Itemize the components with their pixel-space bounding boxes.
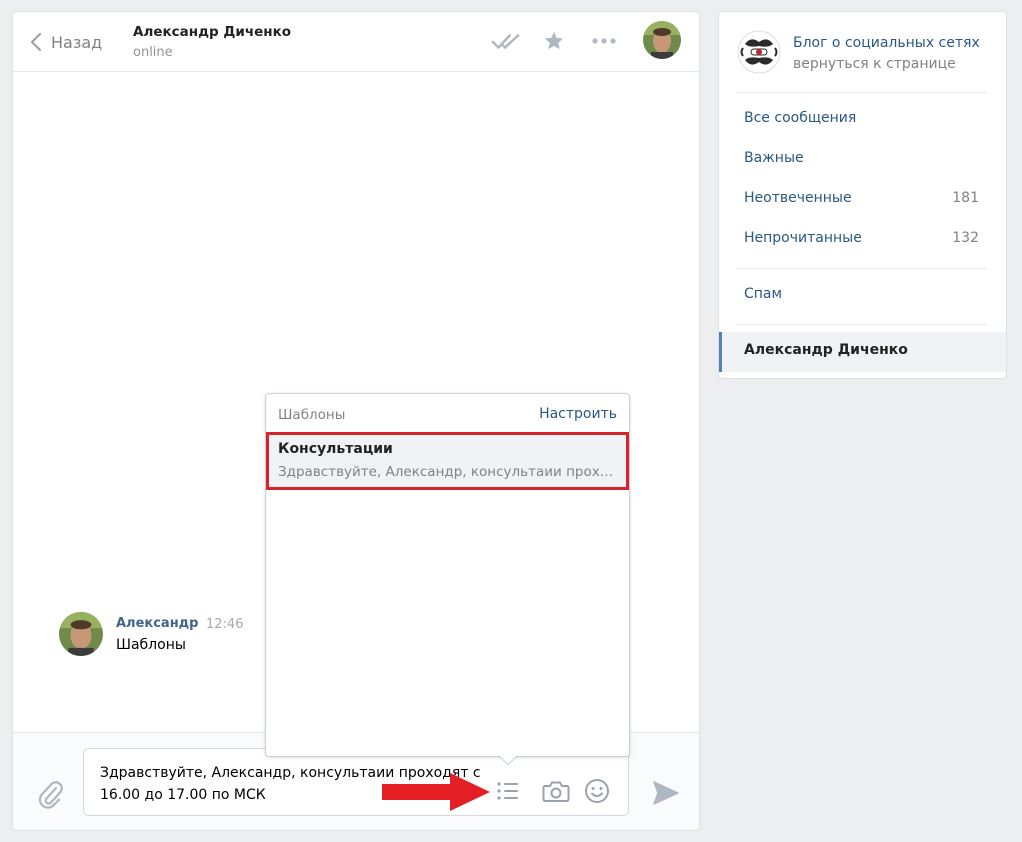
sidebar-item-label: Александр Диченко [744,342,908,358]
more-button[interactable] [589,28,619,54]
message-input[interactable]: Здравствуйте, Александр, консультаии про… [83,748,629,816]
double-check-icon [491,34,520,49]
avatar-image [59,612,103,656]
sidebar-item-label: Все сообщения [744,110,857,126]
divider [737,92,987,93]
sidebar-item-count: 132 [952,230,979,246]
sidebar-item-count: 181 [952,190,979,206]
paperclip-icon[interactable] [37,779,63,809]
photo-button[interactable] [542,777,570,805]
camera-icon [542,781,570,802]
peer-name[interactable]: Александр Диченко [133,24,291,40]
sidebar-item-spam[interactable]: Спам [719,276,1006,316]
sidebar-item-important[interactable]: Важные [719,140,1006,180]
sidebar-item-label: Непрочитанные [744,230,862,246]
template-item[interactable]: Консультации Здравствуйте, Александр, ко… [266,432,629,490]
template-preview: Здравствуйте, Александр, консультаии про… [278,464,618,480]
smile-icon [585,779,609,803]
favorite-button[interactable] [539,28,569,54]
star-icon [544,31,564,50]
template-title: Консультации [278,441,393,457]
community-name: Блог о социальных сетях [793,35,980,51]
avatar[interactable] [643,21,681,59]
community-logo [737,30,781,74]
templates-popup: Шаблоны Настроить Консультации Здравству… [265,393,630,766]
community-back-link: вернуться к странице [793,56,956,72]
templates-button[interactable] [494,777,522,805]
chevron-left-icon [30,32,42,52]
message-author[interactable]: Александр [116,616,199,631]
back-label: Назад [51,32,103,52]
back-button[interactable]: Назад [29,29,102,55]
sidebar-item-label: Важные [744,150,804,166]
sidebar-item-label: Спам [744,286,783,302]
message-time: 12:46 [206,617,244,632]
sidebar-item-all[interactable]: Все сообщения [719,100,1006,140]
chat-header: Назад Александр Диченко online [13,12,699,72]
message-text: Шаблоны [116,637,186,653]
emoji-button[interactable] [583,777,611,805]
red-arrow-annotation [382,773,490,811]
avatar[interactable] [59,612,103,656]
community-link[interactable]: Блог о социальных сетях вернуться к стра… [719,12,1006,92]
divider [737,324,987,325]
sidebar-item-unread[interactable]: Непрочитанные 132 [719,220,1006,260]
templates-title: Шаблоны [278,407,346,423]
sidebar-item-dialog[interactable]: Александр Диченко [719,332,1006,372]
sidebar-item-unanswered[interactable]: Неотвеченные 181 [719,180,1006,220]
list-icon [497,782,518,800]
sidebar: Блог о социальных сетях вернуться к стра… [718,11,1007,379]
templates-settings-link[interactable]: Настроить [539,406,617,422]
sidebar-item-label: Неотвеченные [744,190,852,206]
send-icon[interactable] [651,779,681,807]
mark-read-button[interactable] [491,28,521,54]
peer-status: online [133,45,173,60]
avatar-image [643,21,681,59]
divider [737,268,987,269]
more-dots-icon [592,38,616,44]
